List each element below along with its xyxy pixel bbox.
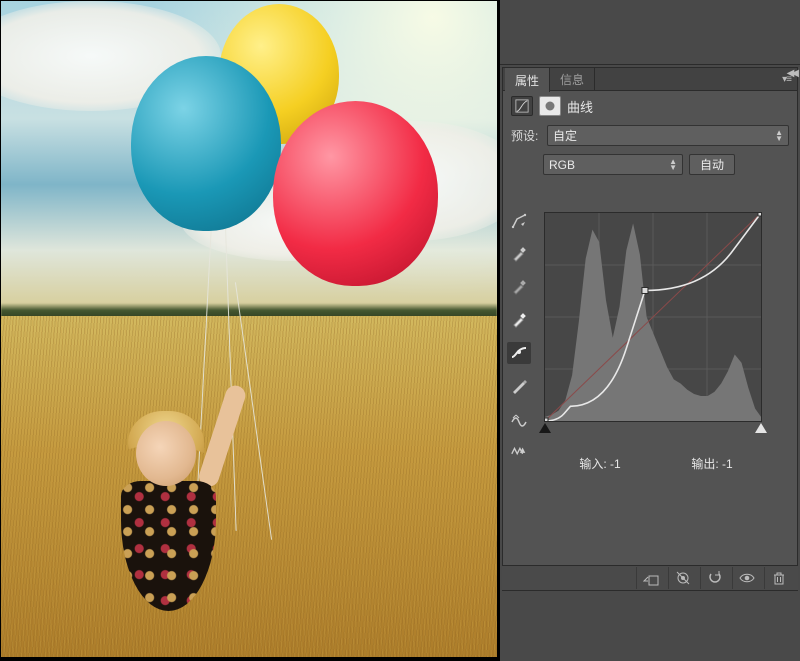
visibility-icon[interactable] [732,567,760,589]
preset-label: 预设: [511,127,541,144]
tab-properties[interactable]: 属性 [505,67,550,92]
input-output-readout: 输入: -1 输出: -1 [544,455,768,472]
channel-value: RGB [549,158,575,172]
channel-dropdown[interactable]: RGB ▲▼ [543,154,683,175]
canvas-image[interactable] [0,0,498,658]
properties-panel-group: ◀◀ 属性 信息 ▾≡ 曲线 预设: 自定 ▲▼ RGB [500,0,800,661]
curves-graph[interactable] [544,212,768,440]
input-value: -1 [610,457,621,471]
chevron-updown-icon: ▲▼ [775,130,783,142]
chevron-updown-icon: ▲▼ [669,159,677,171]
panel-tabbar: 属性 信息 ▾≡ [503,68,797,91]
view-previous-icon[interactable] [668,567,696,589]
black-point-handle[interactable] [539,423,551,433]
clip-to-layer-icon[interactable] [636,567,664,589]
collapse-panel-icon[interactable]: ◀◀ [787,68,796,79]
target-adjust-tool[interactable] [507,210,531,232]
black-white-slider[interactable] [545,423,761,433]
properties-panel: 属性 信息 ▾≡ 曲线 预设: 自定 ▲▼ RGB ▲▼ 自动 [502,67,798,590]
layer-mask-thumbnail[interactable] [539,96,561,116]
preset-value: 自定 [553,127,577,144]
auto-button[interactable]: 自动 [689,154,735,175]
output-label: 输出: [691,457,718,471]
eyedropper-black-tool[interactable] [507,243,531,265]
reset-icon[interactable] [700,567,728,589]
smooth-tool[interactable] [507,408,531,430]
pencil-curve-tool[interactable] [507,375,531,397]
white-point-handle[interactable] [755,423,767,433]
input-label: 输入: [579,457,606,471]
tab-info[interactable]: 信息 [550,67,595,91]
curve-tools [507,210,531,463]
eyedropper-white-tool[interactable] [507,309,531,331]
curve-point-tool[interactable] [507,342,531,364]
adjustment-title: 曲线 [567,97,593,116]
trash-icon[interactable] [764,567,792,589]
panel-footer [502,565,798,591]
clip-warning-tool[interactable] [507,441,531,463]
preset-dropdown[interactable]: 自定 ▲▼ [547,125,789,146]
eyedropper-gray-tool[interactable] [507,276,531,298]
output-value: -1 [722,457,733,471]
curves-adjustment-icon [511,96,533,116]
